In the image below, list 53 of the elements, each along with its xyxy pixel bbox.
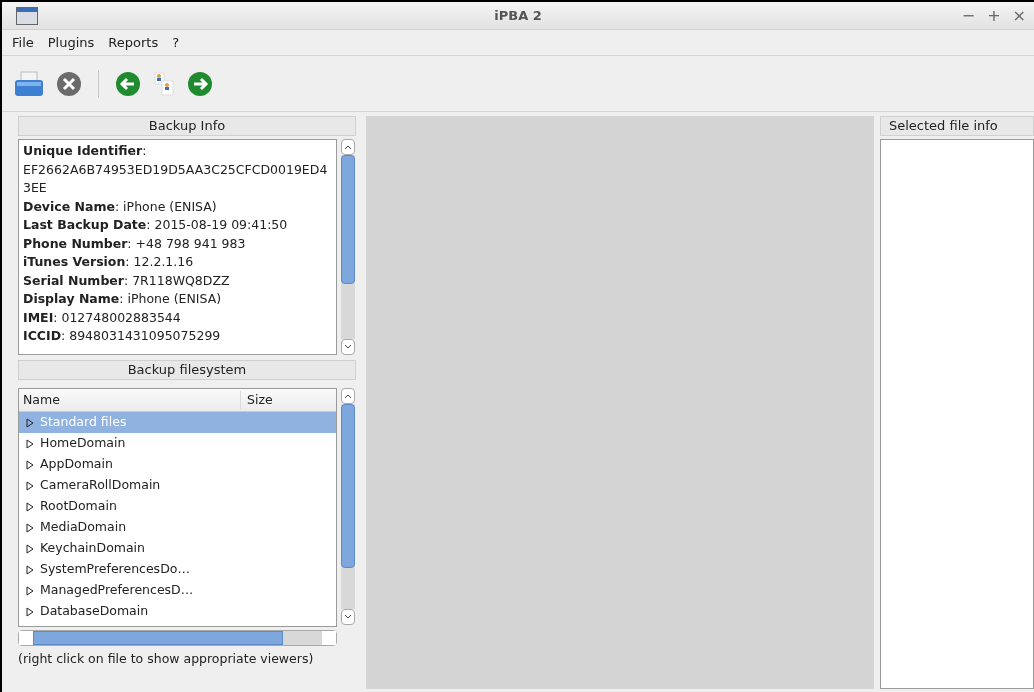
tree-row[interactable]: KeychainDomain: [19, 538, 336, 559]
panel-header: Backup Info: [18, 116, 356, 136]
tree-row[interactable]: CameraRollDomain: [19, 475, 336, 496]
menu-item[interactable]: File: [12, 32, 34, 53]
close-circle-icon[interactable]: [56, 70, 82, 97]
menu-item[interactable]: ?: [172, 32, 180, 53]
window-control[interactable]: ×: [1012, 3, 1026, 28]
horizontal-scrollbar[interactable]: [18, 630, 337, 646]
info-line: Serial Number: 7R118WQ8DZZ: [23, 271, 231, 290]
info-line: Device Name: iPhone (ENISA): [23, 197, 218, 216]
documents-icon[interactable]: [153, 70, 175, 97]
expand-arrow-icon[interactable]: [25, 417, 34, 428]
scroll-up-icon[interactable]: [344, 393, 352, 399]
info-line: Last Backup Date: 2015-08-19 09:41:50: [23, 216, 289, 234]
expand-arrow-icon[interactable]: [25, 438, 34, 449]
window-control[interactable]: +: [987, 3, 1001, 28]
vertical-scrollbar[interactable]: [340, 139, 356, 355]
menu-item[interactable]: Reports: [108, 32, 159, 53]
info-line: Display Name: iPhone (ENISA): [23, 290, 223, 308]
expand-arrow-icon[interactable]: [25, 564, 34, 575]
printer-icon[interactable]: [14, 70, 44, 97]
panel-header: Backup filesystem: [18, 360, 356, 380]
expand-arrow-icon[interactable]: [25, 522, 34, 533]
expand-arrow-icon[interactable]: [25, 543, 34, 554]
tree-row[interactable]: ManagedPreferencesD…: [19, 580, 336, 601]
column-header[interactable]: Size: [241, 390, 273, 410]
info-line: IMEI: 012748002883544: [23, 308, 182, 327]
expand-arrow-icon[interactable]: [25, 585, 34, 596]
tree-row[interactable]: SystemPreferencesDo…: [19, 559, 336, 580]
expand-arrow-icon[interactable]: [25, 501, 34, 512]
tree-row[interactable]: DatabaseDomain: [19, 601, 336, 622]
expand-arrow-icon[interactable]: [25, 606, 34, 617]
hint-text: (right click on file to show appropriate viewers): [18, 650, 315, 668]
scroll-down-icon[interactable]: [344, 614, 352, 620]
info-line: Phone Number: +48 798 941 983: [23, 234, 247, 253]
window-control[interactable]: −: [961, 3, 976, 28]
info-line: ICCID: 8948031431095075299: [23, 327, 222, 345]
tree-row[interactable]: MediaDomain: [19, 517, 336, 538]
menu-item[interactable]: Plugins: [47, 32, 95, 53]
expand-arrow-icon[interactable]: [25, 480, 34, 491]
scroll-down-icon[interactable]: [344, 344, 352, 350]
column-header[interactable]: Name: [19, 390, 241, 410]
window-title: iPBA 2: [494, 6, 542, 25]
app-window-icon: [16, 6, 38, 25]
panel-header: Selected file info: [880, 116, 1034, 136]
info-line: iTunes Version: 12.2.1.16: [23, 253, 195, 271]
tree-row[interactable]: RootDomain: [19, 496, 336, 517]
tree-row[interactable]: HomeDomain: [19, 433, 336, 454]
vertical-scrollbar[interactable]: [340, 388, 356, 625]
tree-row[interactable]: AppDomain: [19, 454, 336, 475]
info-line: Unique Identifier: EF2662A6B74953ED19D5AA3C25CFCD0019ED43EE: [23, 142, 329, 197]
scroll-up-icon[interactable]: [344, 144, 352, 150]
expand-arrow-icon[interactable]: [25, 459, 34, 470]
